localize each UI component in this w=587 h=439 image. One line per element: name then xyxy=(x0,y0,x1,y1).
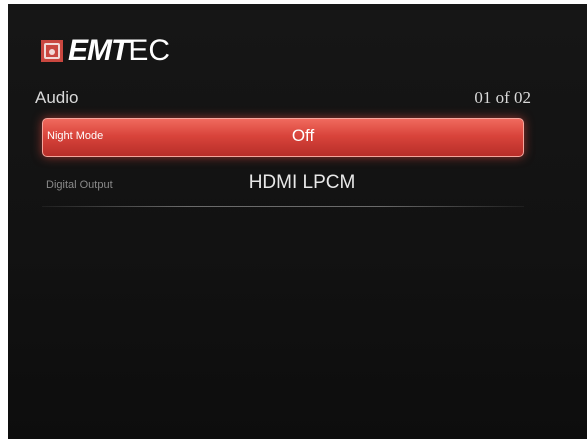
brand-name: EMTEC xyxy=(68,36,170,66)
page-title: Audio xyxy=(35,88,79,107)
menu-item-night-mode[interactable]: Night Mode Off xyxy=(42,118,524,157)
menu-item-value: HDMI LPCM xyxy=(248,172,356,193)
menu-divider xyxy=(42,206,524,207)
brand-logo: EMTEC xyxy=(41,36,170,66)
menu-item-digital-output[interactable]: Digital Output HDMI LPCM xyxy=(42,161,524,207)
page-indicator: 01 of 02 xyxy=(474,88,531,107)
brand-name-thin: EC xyxy=(128,34,171,67)
emtec-logo-icon xyxy=(41,40,63,62)
menu-item-label: Night Mode xyxy=(47,130,104,142)
brand-name-bold: EMT xyxy=(68,34,129,67)
tv-screen: EMTEC Audio 01 of 02 Night Mode Off Digi… xyxy=(8,4,587,439)
menu-item-value: Off xyxy=(291,126,315,145)
settings-menu: Night Mode Off Digital Output HDMI LPCM xyxy=(42,118,524,207)
menu-item-label: Digital Output xyxy=(46,179,113,191)
